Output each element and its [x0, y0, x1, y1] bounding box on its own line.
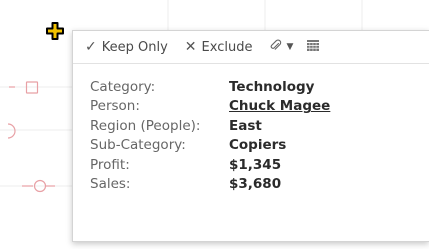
tooltip-row-sales: Sales: $3,680 — [90, 175, 429, 194]
tooltip-row-sub-category: Sub-Category: Copiers — [90, 136, 429, 155]
group-members-dropdown[interactable]: ▼ — [269, 39, 293, 56]
view-data-button[interactable] — [307, 39, 320, 55]
exclude-button[interactable]: ✕ Exclude — [185, 39, 253, 55]
chevron-down-icon: ▼ — [286, 42, 294, 52]
crosshair-pointer-icon — [46, 22, 64, 40]
tooltip-toolbar: ✓ Keep Only ✕ Exclude ▼ — [73, 31, 429, 64]
field-label: Profit: — [90, 156, 130, 173]
field-value: East — [229, 117, 262, 134]
chart-marks — [7, 81, 55, 193]
field-label: Category: — [90, 79, 156, 95]
circle-mark-partial — [7, 123, 16, 139]
keep-only-button[interactable]: ✓ Keep Only — [85, 39, 168, 55]
field-value: Copiers — [229, 137, 287, 154]
field-label: Region (People): — [90, 117, 201, 134]
keep-only-label: Keep Only — [101, 39, 168, 55]
mark-tooltip: ✓ Keep Only ✕ Exclude ▼ Category: Techno… — [72, 30, 429, 242]
paperclip-icon — [269, 39, 282, 56]
field-label: Person: — [90, 98, 140, 115]
table-view-icon — [307, 39, 320, 55]
tooltip-row-profit: Profit: $1,345 — [90, 156, 429, 175]
exclude-label: Exclude — [201, 39, 253, 55]
tooltip-details: Category: Technology Person: Chuck Magee… — [73, 64, 429, 194]
tooltip-row-region: Region (People): East — [90, 117, 429, 136]
field-label: Sales: — [90, 176, 131, 193]
x-icon: ✕ — [184, 39, 197, 55]
field-label: Sub-Category: — [90, 137, 186, 154]
check-icon: ✓ — [85, 39, 97, 55]
field-value: Technology — [229, 79, 315, 95]
tooltip-row-category: Category: Technology — [90, 78, 429, 97]
field-value: $1,345 — [229, 156, 282, 173]
person-link[interactable]: Chuck Magee — [229, 97, 330, 116]
tooltip-row-person: Person: Chuck Magee — [90, 97, 429, 116]
field-value: $3,680 — [229, 176, 282, 193]
